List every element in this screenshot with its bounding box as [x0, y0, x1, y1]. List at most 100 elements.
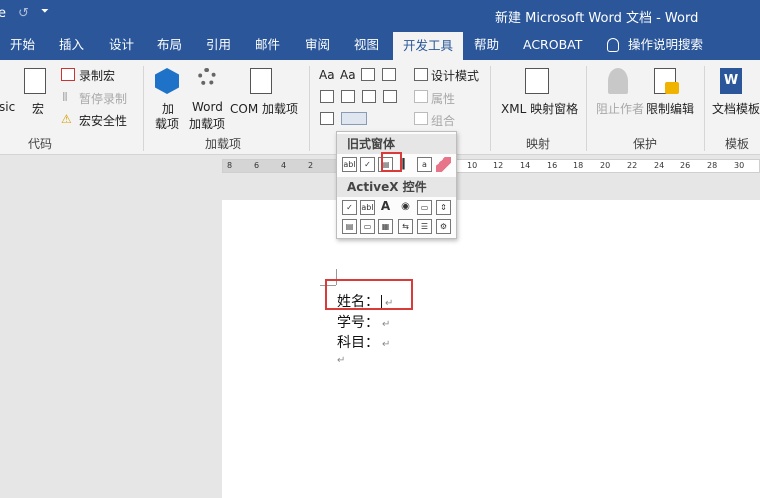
- redo-icon[interactable]: ↺: [18, 6, 29, 21]
- highlight-box-dropdown-field: [381, 152, 402, 172]
- group-button[interactable]: 组合: [431, 112, 455, 129]
- legacy-tools-dropdown: 旧式窗体 abl ✓ ▤ ǀ a ActiveX 控件 ✓ abl A ◉ ▭ …: [336, 131, 457, 239]
- activex-option-button-icon[interactable]: ◉: [398, 200, 413, 215]
- ruler-tick-label: 24: [654, 161, 665, 170]
- block-authors-button[interactable]: 阻止作者: [596, 100, 644, 117]
- group-divider: [143, 66, 144, 151]
- activex-listbox-icon[interactable]: ▦: [378, 219, 393, 234]
- reset-form-fields-eraser-icon[interactable]: [436, 157, 451, 172]
- word-addins-button-line1[interactable]: Word: [192, 100, 223, 114]
- group-divider: [309, 66, 310, 151]
- xml-mapping-icon: [525, 68, 549, 94]
- activex-toggle-button-icon[interactable]: ⇆: [398, 219, 413, 234]
- tab-acrobat[interactable]: ACROBAT: [523, 30, 582, 60]
- ruler-tick-label: 28: [707, 161, 718, 170]
- paragraph-mark-icon: ↵: [382, 319, 391, 330]
- activex-more-controls-icon[interactable]: ⚙: [436, 219, 451, 234]
- doc-line-subject[interactable]: 科目： ↵: [337, 332, 390, 352]
- window-title: 新建 Microsoft Word 文档 - Word: [495, 11, 699, 26]
- design-mode-button[interactable]: 设计模式: [431, 67, 479, 84]
- quick-access-toolbar: e ↺ ⏷: [0, 6, 49, 21]
- group-label-mapping: 映射: [526, 137, 551, 151]
- legacy-tools-button[interactable]: [341, 112, 367, 125]
- legacy-checkbox-icon[interactable]: ✓: [360, 157, 375, 172]
- pause-icon: Ⅱ: [62, 90, 68, 104]
- tab-layout[interactable]: 布局: [157, 30, 182, 60]
- ruler-tick-label: 2: [308, 161, 314, 170]
- picture-control-icon[interactable]: [361, 68, 375, 81]
- legacy-text-field-icon[interactable]: abl: [342, 157, 357, 172]
- tab-help[interactable]: 帮助: [474, 30, 499, 60]
- word-addins-button-line2[interactable]: 加载项: [189, 115, 225, 132]
- com-addins-button[interactable]: COM 加载项: [230, 100, 298, 117]
- ruler-tick-label: 16: [547, 161, 558, 170]
- xml-mapping-pane-button[interactable]: XML 映射窗格: [501, 100, 578, 117]
- document-template-button[interactable]: 文档模板: [712, 100, 760, 117]
- plain-text-control-icon[interactable]: Aa: [340, 68, 356, 82]
- lock-icon: [665, 82, 679, 94]
- tab-review[interactable]: 审阅: [305, 30, 330, 60]
- properties-button[interactable]: 属性: [431, 90, 455, 107]
- group-label-addins: 加载项: [205, 137, 242, 151]
- addins-button-line2[interactable]: 载项: [155, 115, 179, 132]
- record-macro-icon: [61, 68, 75, 81]
- ruler-tick-label: 20: [600, 161, 611, 170]
- dropdown-list-control-icon[interactable]: [362, 90, 376, 103]
- horizontal-ruler[interactable]: 8 6 4 2 10 12 14 16 18 20 22 24 26 28 30: [222, 159, 760, 173]
- group-divider: [490, 66, 491, 151]
- date-picker-control-icon[interactable]: [383, 90, 397, 103]
- ruler-tick-label: 8: [227, 161, 233, 170]
- tab-insert[interactable]: 插入: [59, 30, 84, 60]
- macro-security-button[interactable]: 宏安全性: [79, 112, 127, 129]
- tab-design[interactable]: 设计: [109, 30, 134, 60]
- group-label-protect: 保护: [633, 137, 658, 151]
- restrict-editing-button[interactable]: 限制编辑: [646, 100, 694, 117]
- visual-basic-button[interactable]: sic: [0, 100, 15, 114]
- group-label-templates: 模板: [725, 137, 750, 151]
- activex-textbox-icon[interactable]: abl: [360, 200, 375, 215]
- macros-button[interactable]: 宏: [32, 100, 44, 117]
- paragraph-mark-icon: ↵: [337, 355, 346, 366]
- warning-icon: ⚠: [61, 112, 72, 126]
- tab-mailings[interactable]: 邮件: [255, 30, 280, 60]
- save-icon[interactable]: e: [0, 6, 6, 21]
- building-block-control-icon[interactable]: [382, 68, 396, 81]
- group-icon: [414, 112, 428, 125]
- customize-qat-icon[interactable]: ⏷: [41, 6, 49, 21]
- tab-home[interactable]: 开始: [10, 30, 35, 60]
- record-macro-button[interactable]: 录制宏: [79, 67, 115, 84]
- activex-spin-button-icon[interactable]: ⇕: [436, 200, 451, 215]
- ruler-tick-label: 6: [254, 161, 260, 170]
- com-addins-icon: [250, 68, 272, 94]
- doc-line-empty[interactable]: ↵: [337, 351, 345, 367]
- ruler-tick-label: 14: [520, 161, 531, 170]
- activex-combobox-icon[interactable]: ▤: [342, 219, 357, 234]
- group-divider: [704, 66, 705, 151]
- activex-label-icon[interactable]: A: [378, 200, 393, 215]
- ribbon-tabs: 开始 插入 设计 布局 引用 邮件 审阅 视图 开发工具 帮助 ACROBAT …: [0, 30, 760, 60]
- ruler-tick-label: 26: [680, 161, 691, 170]
- checkbox-control-icon[interactable]: [320, 90, 334, 103]
- pause-recording-button[interactable]: 暂停录制: [79, 90, 127, 107]
- word-template-icon: W: [720, 68, 742, 94]
- repeating-section-control-icon[interactable]: [320, 112, 334, 125]
- paragraph-mark-icon: ↵: [382, 339, 391, 350]
- tab-view[interactable]: 视图: [354, 30, 379, 60]
- design-mode-icon: [414, 68, 428, 81]
- combobox-control-icon[interactable]: [341, 90, 355, 103]
- activex-command-button-icon[interactable]: ▭: [360, 219, 375, 234]
- rich-text-control-icon[interactable]: Aa: [319, 68, 335, 82]
- doc-line-student-id[interactable]: 学号： ↵: [337, 312, 390, 332]
- tell-me-search[interactable]: 操作说明搜索: [628, 30, 703, 60]
- ruler-tick-label: 12: [493, 161, 504, 170]
- document-page[interactable]: [222, 200, 760, 498]
- macros-icon: [24, 68, 46, 94]
- activex-scrollbar-icon[interactable]: ☰: [417, 219, 432, 234]
- activex-checkbox-icon[interactable]: ✓: [342, 200, 357, 215]
- ruler-tick-label: 30: [734, 161, 745, 170]
- properties-icon: [414, 90, 428, 103]
- tab-references[interactable]: 引用: [206, 30, 231, 60]
- activex-image-icon[interactable]: ▭: [417, 200, 432, 215]
- tab-developer[interactable]: 开发工具: [393, 32, 464, 60]
- legacy-field-shading-icon[interactable]: a: [417, 157, 432, 172]
